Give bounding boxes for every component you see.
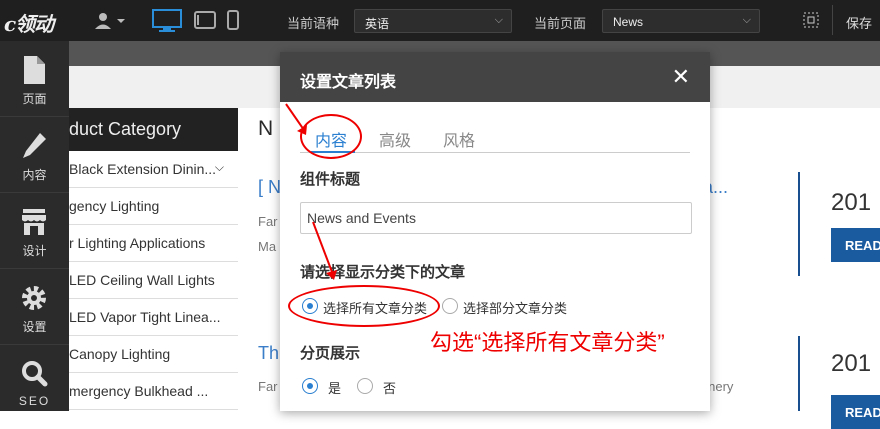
gear-icon	[22, 286, 46, 310]
sidebar-item-label: 页面	[22, 92, 47, 106]
save-button[interactable]: 保存	[846, 13, 872, 32]
category-question-label: 请选择显示分类下的文章	[300, 264, 466, 281]
fullscreen-button[interactable]	[802, 11, 820, 29]
category-item[interactable]: mergency Bulkhead ...	[69, 373, 238, 410]
brand-logo[interactable]: c领动	[4, 8, 78, 36]
dialog-title: 设置文章列表	[300, 74, 397, 91]
paging-no-label[interactable]: 否	[383, 378, 396, 397]
left-sidebar: 页面 内容 设计 设置 SEO	[0, 41, 69, 411]
annotation-text: 勾选“选择所有文章分类”	[430, 330, 665, 355]
news-year: 201	[831, 189, 872, 216]
radio-paging-yes[interactable]	[302, 378, 318, 394]
category-item[interactable]: r Lighting Applications	[69, 225, 238, 262]
tablet-icon	[194, 11, 216, 29]
component-title-input[interactable]	[300, 202, 692, 234]
language-value: 英语	[365, 17, 390, 31]
mobile-view-button[interactable]	[226, 9, 240, 33]
divider	[798, 172, 800, 276]
desktop-icon	[152, 9, 182, 32]
news-link[interactable]: [ N	[258, 177, 281, 198]
news-year: 201	[831, 350, 872, 377]
page-value: News	[613, 15, 644, 29]
search-icon	[22, 361, 48, 387]
radio-paging-no[interactable]	[357, 378, 373, 394]
sidebar-item-label: 设计	[22, 244, 47, 258]
sidebar-item-seo[interactable]: SEO	[0, 345, 69, 421]
language-select[interactable]: 英语 ⌵	[354, 9, 512, 33]
radio-partial-categories[interactable]	[442, 298, 458, 314]
page-select[interactable]: News ⌵	[602, 9, 760, 33]
chevron-down-icon	[117, 19, 125, 23]
tab-advanced[interactable]: 高级	[379, 127, 411, 151]
mobile-icon	[227, 10, 239, 30]
dialog-header: 设置文章列表	[280, 52, 710, 102]
language-label: 当前语种	[287, 16, 340, 31]
component-title-label: 组件标题	[300, 171, 361, 188]
toolbar-divider	[832, 5, 833, 35]
category-item[interactable]: gency Lighting	[69, 188, 238, 225]
annotation-circle	[300, 114, 362, 159]
category-item[interactable]: LED Vapor Tight Linea...	[69, 299, 238, 336]
news-excerpt: Far	[258, 214, 278, 229]
article-list-dialog: 设置文章列表 ✕ 内容 高级 风格 组件标题 请选择显示分类下的文章 选择所有文…	[280, 52, 710, 411]
user-icon	[95, 13, 125, 29]
sidebar-item-label: SEO	[18, 394, 51, 408]
paging-label: 分页展示	[300, 345, 361, 362]
annotation-circle	[288, 285, 440, 327]
category-item[interactable]: Canopy Lighting	[69, 336, 238, 373]
fullscreen-icon	[803, 12, 819, 28]
desktop-view-button[interactable]	[152, 9, 182, 33]
chevron-down-icon: ⌵	[494, 14, 503, 26]
page-label: 当前页面	[534, 16, 587, 31]
read-button[interactable]: READ	[831, 395, 880, 429]
store-icon	[22, 209, 46, 235]
category-panel: duct Category Black Extension Dinin... ⌵ …	[69, 108, 238, 411]
read-button[interactable]: READ	[831, 228, 880, 262]
tab-style[interactable]: 风格	[443, 127, 475, 151]
chevron-down-icon: ⌵	[742, 14, 751, 26]
divider	[798, 336, 800, 411]
sidebar-item-label: 内容	[22, 168, 47, 182]
category-item[interactable]: Black Extension Dinin... ⌵	[69, 151, 238, 188]
top-toolbar: c领动 当前语种 英语 ⌵ 当前页面 News ⌵ 保存	[0, 0, 880, 41]
file-icon	[24, 56, 45, 84]
sidebar-item-settings[interactable]: 设置	[0, 269, 69, 345]
radio-partial-label[interactable]: 选择部分文章分类	[463, 298, 567, 317]
category-title: duct Category	[69, 108, 238, 151]
sidebar-item-label: 设置	[22, 320, 47, 334]
close-icon[interactable]: ✕	[672, 64, 690, 90]
paging-yes-label[interactable]: 是	[328, 378, 341, 397]
sidebar-item-design[interactable]: 设计	[0, 193, 69, 269]
tablet-view-button[interactable]	[194, 9, 216, 33]
sidebar-item-page[interactable]: 页面	[0, 41, 69, 117]
category-item[interactable]: LED Ceiling Wall Lights	[69, 262, 238, 299]
user-menu[interactable]	[94, 12, 128, 30]
pencil-icon	[23, 133, 46, 158]
news-excerpt: Far	[258, 379, 278, 394]
news-excerpt: Ma	[258, 239, 277, 254]
news-link[interactable]: Th	[258, 343, 279, 364]
sidebar-item-content[interactable]: 内容	[0, 117, 69, 193]
news-heading: N	[258, 117, 274, 140]
